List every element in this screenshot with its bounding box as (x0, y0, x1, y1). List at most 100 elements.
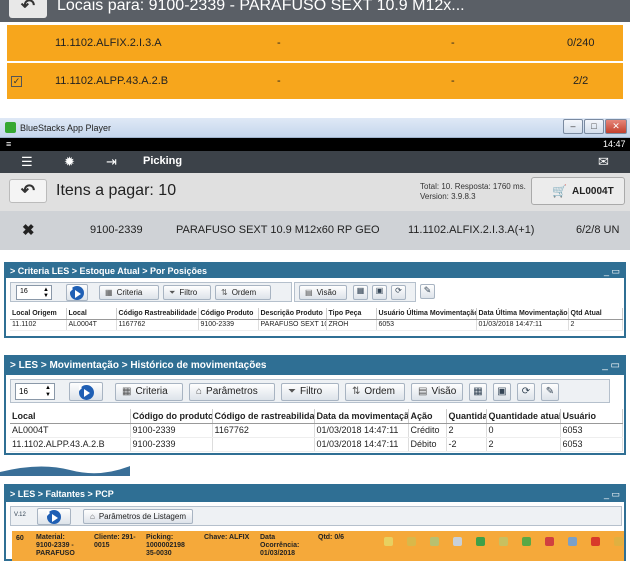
column-header[interactable]: Data Última Movimentação (476, 308, 569, 320)
page-size-spinner[interactable]: 16 ▲ ▼ (15, 383, 55, 400)
table-cell: ZROH (326, 319, 377, 331)
criteria-button[interactable]: ▦ Criteria (99, 285, 159, 300)
ordem-button[interactable]: ⇅ Ordem (215, 285, 271, 300)
column-header[interactable]: Usuário (560, 409, 623, 424)
window-controls[interactable]: _ ▭ (602, 357, 620, 375)
column-header[interactable]: Local Origem (10, 308, 67, 320)
play-icon (79, 385, 94, 400)
menu-icon[interactable]: ☰ (21, 154, 33, 169)
delete-icon[interactable] (591, 537, 600, 546)
document-icon[interactable] (476, 537, 485, 546)
window-controls[interactable]: _ ▭ (604, 264, 620, 278)
column-header[interactable]: Código de rastreabilidade (212, 409, 315, 424)
local-code: 11.1102.ALPP.43.A.2.B (55, 75, 169, 87)
row-number: 60 (16, 535, 24, 542)
column-header[interactable]: Descrição Produto (258, 308, 327, 320)
version-tag: V.12 (14, 512, 26, 518)
excel-export-icon[interactable]: ▦ (469, 383, 487, 401)
column-header[interactable]: Código Rastreabilidade (116, 308, 199, 320)
minimize-button[interactable]: – (563, 119, 583, 134)
list-icon[interactable] (545, 537, 554, 546)
table-cell: 9100-2339 (130, 437, 213, 452)
tools-icon[interactable]: ✎ (541, 383, 559, 401)
search-icon[interactable] (384, 537, 393, 546)
column-header[interactable]: Tipo Peça (326, 308, 377, 320)
save-icon[interactable]: ▣ (372, 285, 387, 300)
criteria-button[interactable]: ▦ Criteria (115, 383, 183, 401)
window-titlebar: BlueStacks App Player – □ ✕ (0, 118, 630, 138)
page-size-value: 16 (19, 387, 28, 396)
locais-title: Locais para: 9100-2339 - PARAFUSO SEXT 1… (57, 0, 465, 14)
visao-button[interactable]: ▤ Visão (411, 383, 463, 401)
chat-icon[interactable]: ✉ (598, 154, 609, 169)
window-controls[interactable]: _ ▭ (604, 486, 620, 502)
column-header[interactable]: Quantidade (446, 409, 487, 424)
run-button[interactable] (37, 508, 71, 525)
table-row[interactable]: 11.1102 AL0004T 1167762 9100-2339 PARAFU… (10, 319, 623, 331)
warning-icon[interactable] (614, 537, 623, 546)
column-header[interactable]: Data da movimentação (314, 409, 409, 424)
run-button[interactable] (66, 284, 88, 301)
edit-icon[interactable] (407, 537, 416, 546)
parametros-listagem-button[interactable]: ⌂ Parâmetros de Listagem (83, 509, 193, 524)
column-header[interactable]: Qtd Atual (568, 308, 623, 320)
table-cell: 11.1102 (10, 319, 67, 331)
close-icon[interactable]: ✖ (22, 221, 35, 239)
refresh-icon[interactable]: ⟳ (391, 285, 406, 300)
table-cell: 2 (446, 423, 487, 438)
checkbox-icon[interactable]: ✓ (11, 76, 22, 87)
tools-icon[interactable]: ✎ (420, 284, 435, 299)
faltante-row[interactable]: 60 Material: 9100-2339 - PARAFUSO Client… (12, 531, 624, 561)
criteria-icon: ▦ (122, 386, 132, 397)
run-button[interactable] (69, 382, 103, 401)
column-header[interactable]: Ação (408, 409, 447, 424)
column-header[interactable]: Quantidade atual (486, 409, 561, 424)
logout-icon[interactable]: ⇥ (106, 154, 117, 169)
parametros-button[interactable]: ⌂ Parâmetros (189, 383, 275, 401)
column-header[interactable]: Código Produto (198, 308, 259, 320)
response-info: Total: 10. Resposta: 1760 ms. Version: 3… (420, 182, 526, 202)
visao-button[interactable]: ▤ Visão (299, 285, 347, 300)
sort-az-icon: ⇅ (221, 288, 228, 297)
ordem-button[interactable]: ⇅ Ordem (345, 383, 405, 401)
close-window-button[interactable]: ✕ (605, 119, 627, 134)
book-icon[interactable] (568, 537, 577, 546)
back-button[interactable]: ↶ (9, 0, 47, 18)
parametros-listagem-label: Parâmetros de Listagem (98, 512, 186, 521)
calendar-icon[interactable] (453, 537, 462, 546)
table-header: Local Origem Local Código Rastreabilidad… (10, 308, 623, 320)
locais-row[interactable]: ✓ 11.1102.ALPP.43.A.2.B - - 2/2 (6, 62, 624, 100)
breadcrumb-text: > LES > Faltantes > PCP (10, 489, 114, 499)
table-cell: 9100-2339 (198, 319, 259, 331)
locais-row[interactable]: 11.1102.ALFIX.2.I.3.A - - 0/240 (6, 24, 624, 62)
historico-window: > LES > Movimentação > Histórico de movi… (4, 355, 626, 455)
play-icon (70, 286, 84, 300)
table-row[interactable]: 11.1102.ALPP.43.A.2.B 9100-2339 01/03/20… (10, 437, 623, 452)
link-icon[interactable] (499, 537, 508, 546)
tag-icon: ⌂ (90, 512, 95, 521)
table-cell: 0 (486, 423, 561, 438)
table-row[interactable]: AL0004T 9100-2339 1167762 01/03/2018 14:… (10, 423, 623, 438)
picking-item-row[interactable]: ✖ 9100-2339 PARAFUSO SEXT 10.9 M12x60 RP… (0, 211, 630, 250)
page-size-spinner[interactable]: 16 ▲ ▼ (16, 285, 52, 300)
refresh-icon[interactable]: ⟳ (517, 383, 535, 401)
filtro-button[interactable]: ⏷ Filtro (281, 383, 339, 401)
bluestacks-logo-icon (5, 122, 16, 133)
column-header[interactable]: Local (10, 409, 131, 424)
excel-export-icon[interactable]: ▦ (353, 285, 368, 300)
user-cart-button[interactable]: 🛒 AL0004T (531, 177, 625, 205)
app-title: Picking (143, 155, 183, 167)
local-col2: - (451, 75, 455, 87)
gear-icon[interactable]: ✹ (64, 154, 75, 169)
filtro-button[interactable]: ⏷ Filtro (163, 285, 211, 300)
save-icon[interactable]: ▣ (493, 383, 511, 401)
spinner-arrows-icon: ▲ ▼ (45, 385, 51, 398)
column-header[interactable]: Local (66, 308, 117, 320)
maximize-button[interactable]: □ (584, 119, 604, 134)
column-header[interactable]: Usuário Última Movimentação (376, 308, 477, 320)
pencil-icon[interactable] (430, 537, 439, 546)
column-header[interactable]: Código do produto (130, 409, 213, 424)
funnel-icon: ⏷ (169, 288, 176, 297)
back-button[interactable]: ↶ (9, 179, 47, 203)
calendar-icon[interactable] (522, 537, 531, 546)
